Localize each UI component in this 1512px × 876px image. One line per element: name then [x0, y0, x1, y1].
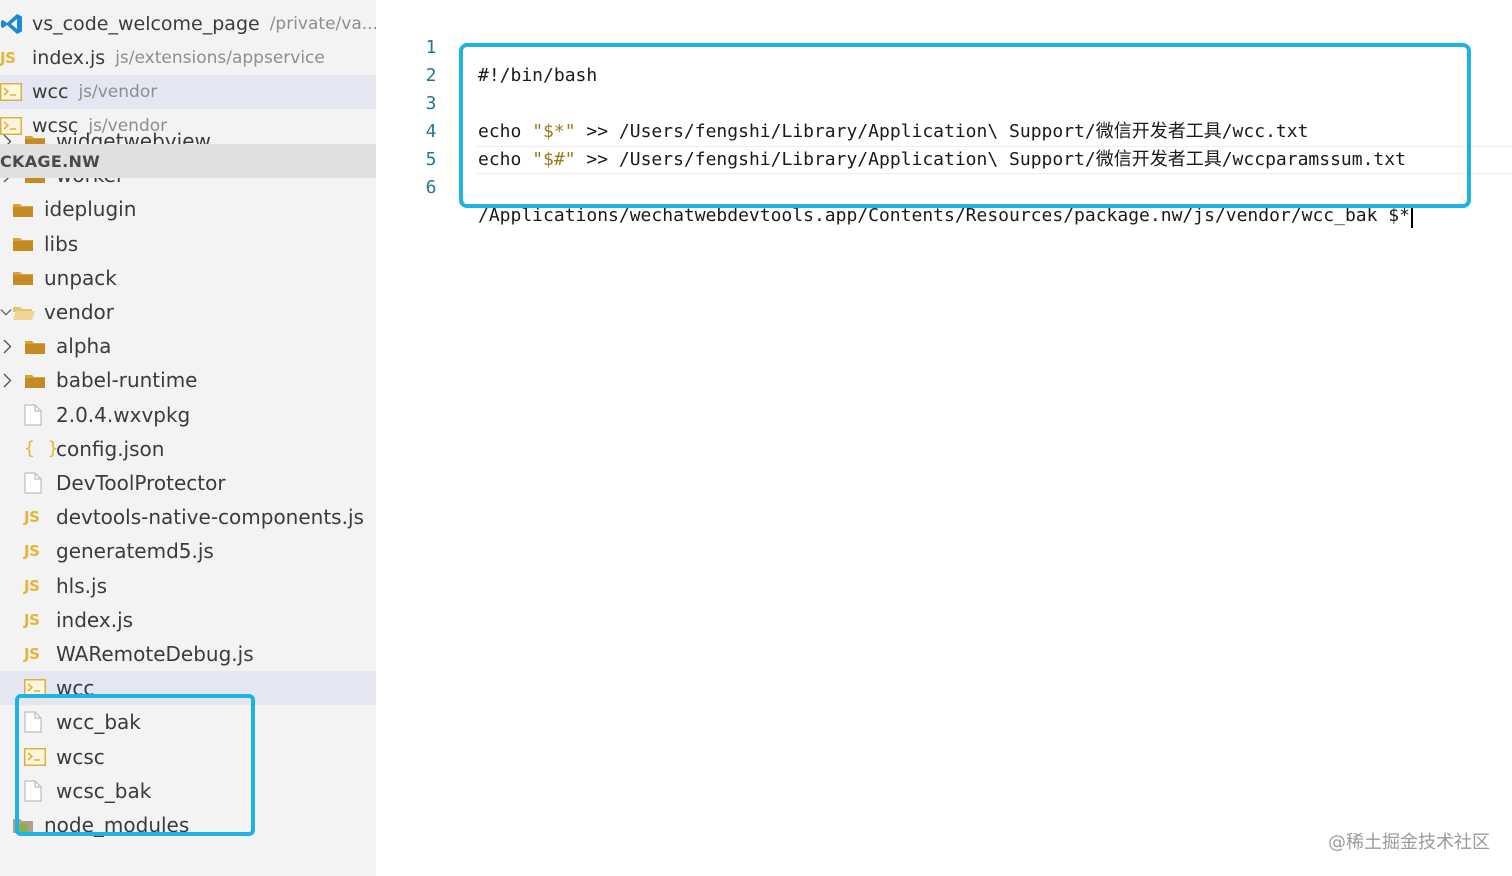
tree-item-label: generatemd5.js [56, 539, 214, 564]
open-editor-path: js/vendor [78, 82, 158, 102]
tree-item-label: devtools-native-components.js [56, 505, 364, 530]
tree-item-label: DevToolProtector [56, 471, 226, 495]
tree-item-label: vendor [44, 300, 114, 324]
tree-item-babel-runtime[interactable]: babel-runtime [0, 363, 376, 397]
tree-item-label: unpack [44, 265, 117, 290]
tree-item-label: config.json [56, 436, 165, 461]
watermark: @稀土掘金技术社区 [1328, 832, 1490, 853]
line-number: 6 [425, 177, 437, 198]
json-icon: { } [24, 438, 60, 460]
open-editor-name: wcc [32, 81, 69, 103]
tree-item-waremotedebug-js[interactable]: JS WARemoteDebug.js [0, 637, 376, 671]
folder-icon [24, 329, 50, 363]
tree-item-label: 2.0.4.wxvpkg [56, 402, 191, 427]
folder-icon [12, 261, 38, 295]
open-editor-path: js/extensions/appservice [115, 48, 325, 68]
open-editor-vs-code-welcome-page[interactable]: vs_code_welcome_page /private/va... [0, 7, 376, 41]
open-editor-index-js[interactable]: JS index.js js/extensions/appservice [0, 41, 376, 75]
file-icon [24, 398, 50, 432]
folder-icon [12, 227, 38, 261]
code-editor[interactable]: 1 #!/bin/bash 2 3 echo "$*" >> /Users/fe… [376, 0, 1512, 876]
explorer-sidebar: vs_code_welcome_page /private/va... JS i… [0, 0, 376, 876]
tree-item-label: libs [44, 231, 79, 256]
tree-item-label: hls.js [56, 573, 107, 598]
open-editor-name: index.js [32, 47, 106, 69]
tree-item-label: babel-runtime [56, 368, 198, 393]
terminal-icon [0, 75, 32, 109]
tree-item-unpack[interactable]: unpack [0, 261, 376, 295]
js-icon: JS [24, 508, 40, 527]
chevron-right-icon[interactable] [0, 363, 14, 397]
tree-item-label: alpha [56, 334, 112, 359]
open-editor-name: vs_code_welcome_page [32, 13, 260, 35]
section-header-package-nw[interactable]: CKAGE.NW [0, 144, 376, 178]
section-title: CKAGE.NW [0, 151, 101, 171]
folder-icon [12, 192, 38, 226]
folder-open-icon [12, 295, 38, 329]
open-editor-wcc[interactable]: wcc js/vendor [0, 75, 376, 109]
tree-item-vendor[interactable]: vendor [0, 295, 376, 329]
folder-icon [24, 363, 50, 397]
chevron-down-icon[interactable] [0, 295, 12, 329]
vscode-icon [0, 7, 32, 41]
tree-item-alpha[interactable]: alpha [0, 329, 376, 363]
tree-item-label: ideplugin [44, 197, 137, 222]
tree-item-2-0-4-wxvpkg[interactable]: 2.0.4.wxvpkg [0, 398, 376, 432]
js-icon: JS [24, 610, 40, 629]
tree-item-libs[interactable]: libs [0, 227, 376, 261]
tree-item-devtoolprotector[interactable]: DevToolProtector [0, 466, 376, 500]
code-line-1: 1 #!/bin/bash [376, 6, 1512, 86]
js-icon: JS [24, 576, 40, 595]
highlight-box-wcc-files [15, 694, 255, 836]
vscode-window: vs_code_welcome_page /private/va... JS i… [0, 0, 1512, 876]
tree-item-generatemd5-js[interactable]: JS generatemd5.js [0, 534, 376, 568]
tree-item-devtools-native-components-js[interactable]: JS devtools-native-components.js [0, 500, 376, 534]
tree-item-label: WARemoteDebug.js [56, 642, 254, 666]
open-editor-path: /private/va... [269, 14, 376, 34]
tree-item-config-json[interactable]: { } config.json [0, 432, 376, 466]
tree-item-index-js[interactable]: JS index.js [0, 603, 376, 637]
js-icon: JS [24, 542, 40, 561]
file-icon [24, 466, 50, 500]
tree-item-label: index.js [56, 607, 134, 632]
highlight-box-script [459, 43, 1471, 208]
js-icon: JS [0, 49, 16, 67]
tree-item-ideplugin[interactable]: ideplugin [0, 192, 376, 226]
chevron-right-icon[interactable] [0, 329, 14, 363]
js-icon: JS [24, 645, 40, 663]
tree-item-hls-js[interactable]: JS hls.js [0, 569, 376, 603]
